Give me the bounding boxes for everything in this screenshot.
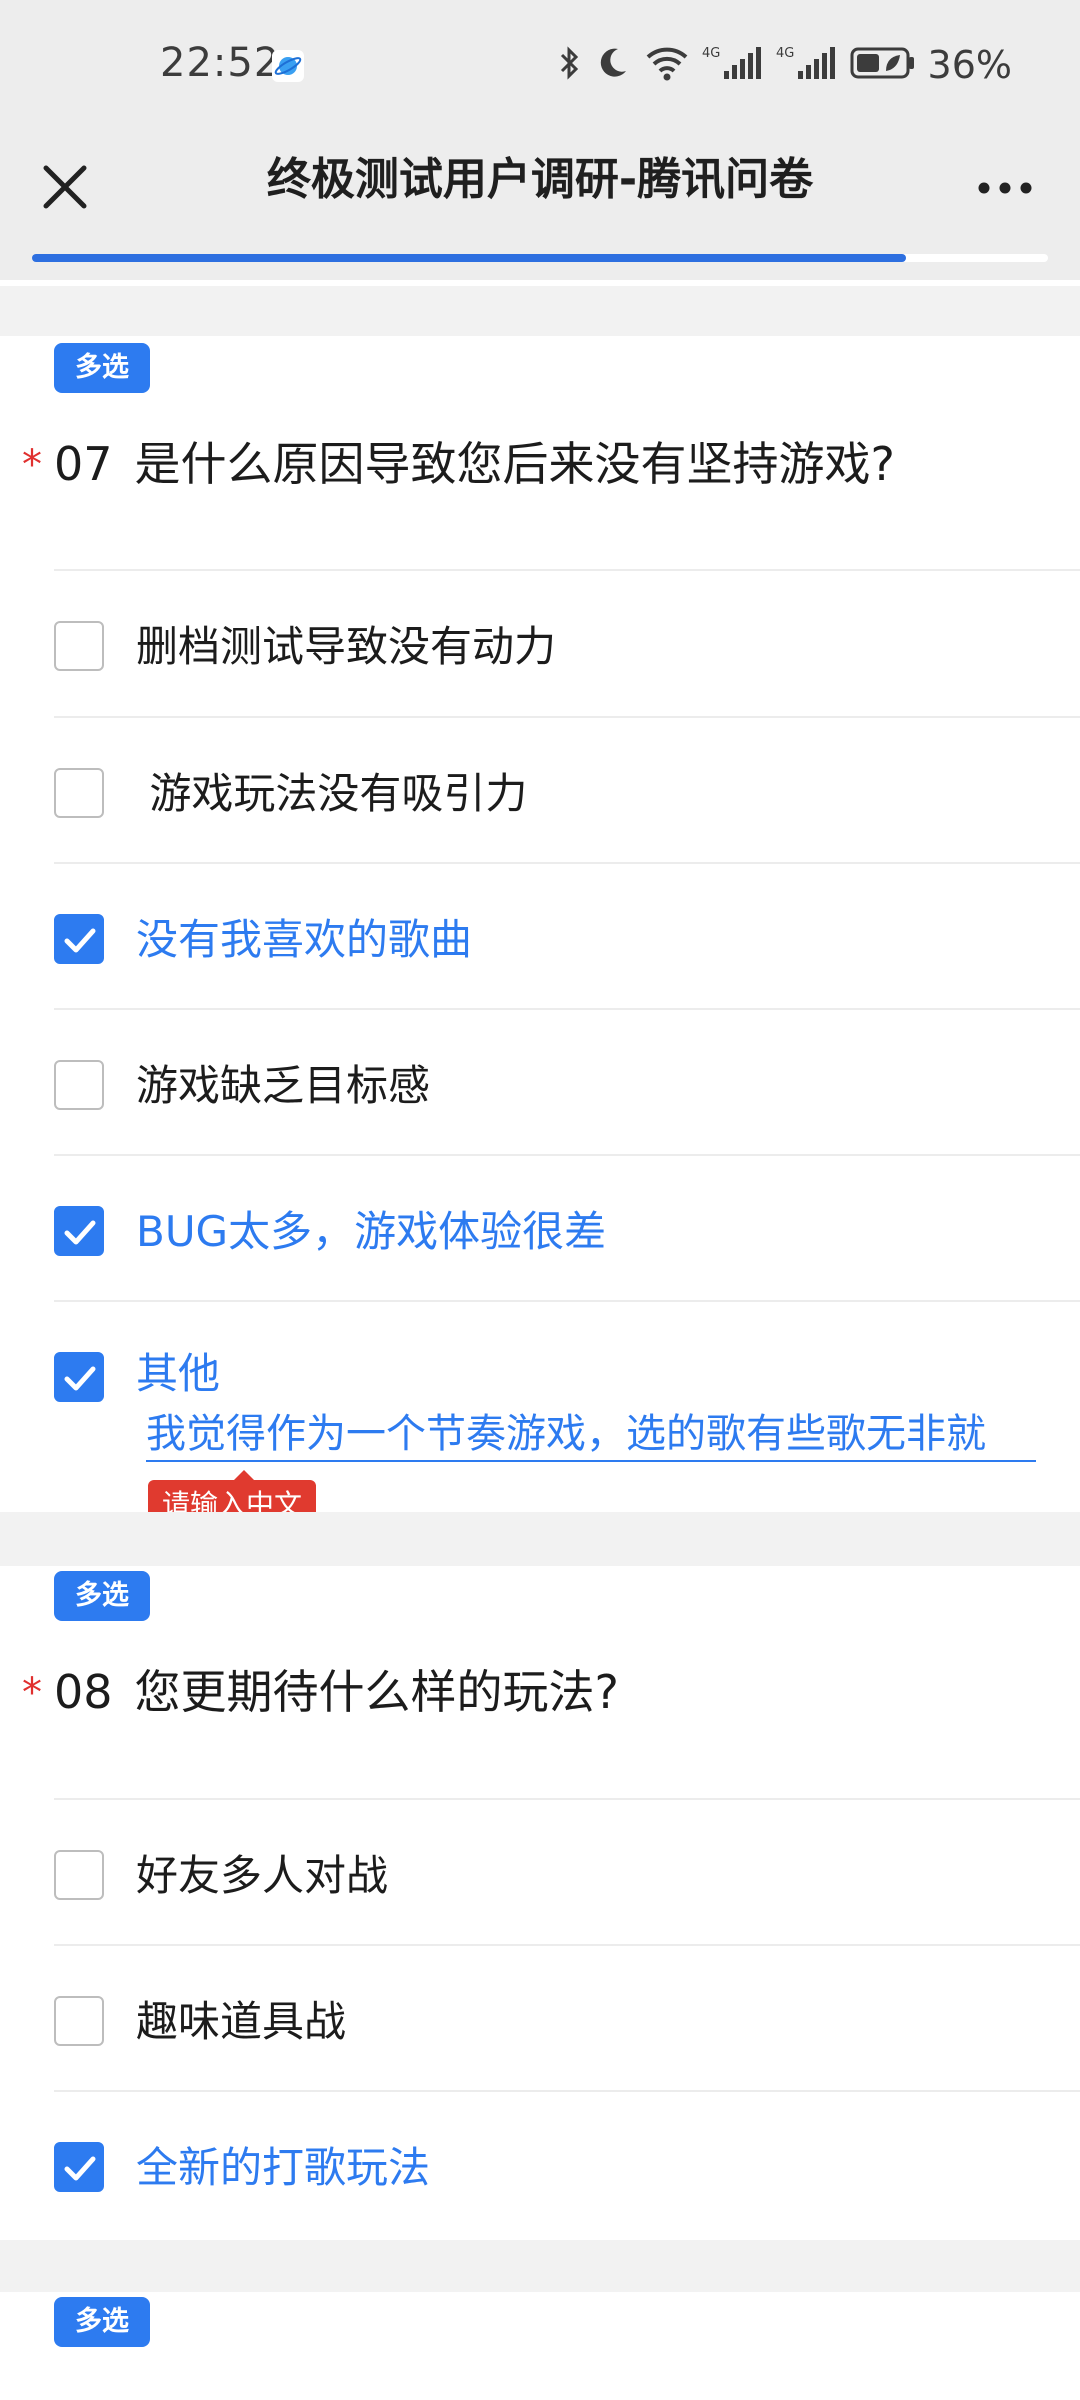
battery-icon	[850, 43, 916, 87]
option-label: 游戏缺乏目标感	[136, 1061, 431, 1110]
moon-icon	[596, 43, 632, 87]
option-label: 没有我喜欢的歌曲	[136, 915, 473, 964]
option-row[interactable]: 没有我喜欢的歌曲	[54, 862, 1080, 1009]
progress-bar	[32, 254, 1048, 262]
page-title: 终极测试用户调研-腾讯问卷	[266, 154, 814, 205]
checkbox[interactable]	[54, 1996, 104, 2046]
more-button[interactable]	[970, 152, 1040, 222]
signal-icon: 4G	[776, 43, 838, 87]
multi-select-tag: 多选	[54, 2297, 150, 2347]
multi-select-tag: 多选	[54, 343, 150, 393]
title-bar: 终极测试用户调研-腾讯问卷	[0, 132, 1080, 242]
checkmark-icon	[64, 1366, 96, 1391]
required-mark: *	[22, 1670, 42, 1716]
browser-app-icon	[272, 50, 304, 82]
checkbox[interactable]	[54, 768, 104, 818]
checkbox[interactable]	[54, 621, 104, 671]
section-gap	[0, 2240, 1080, 2292]
question-title: 08 您更期待什么样的玩法?	[54, 1662, 619, 1722]
battery-percent: 36%	[927, 43, 1012, 87]
option-label: 删档测试导致没有动力	[136, 622, 557, 671]
status-bar: 22:52 4G 4G 36%	[0, 0, 1080, 132]
multi-select-tag: 多选	[54, 1571, 150, 1621]
checkbox-checked[interactable]	[54, 1352, 104, 1402]
progress-area	[0, 242, 1080, 280]
option-row[interactable]: 好友多人对战	[54, 1798, 1080, 1945]
checkbox[interactable]	[54, 1060, 104, 1110]
question-number: 08	[54, 1665, 113, 1719]
svg-text:4G: 4G	[702, 46, 720, 61]
option-label: BUG太多，游戏体验很差	[136, 1207, 607, 1256]
option-row[interactable]: 全新的打歌玩法	[54, 2090, 1080, 2237]
progress-fill	[32, 254, 906, 262]
option-label: 全新的打歌玩法	[136, 2143, 431, 2192]
section-gap	[0, 286, 1080, 336]
option-row[interactable]: 趣味道具战	[54, 1944, 1080, 2091]
required-mark: *	[22, 442, 42, 488]
checkmark-icon	[64, 928, 96, 953]
signal-icon: 4G	[702, 43, 764, 87]
checkbox-checked[interactable]	[54, 1206, 104, 1256]
option-row[interactable]: 游戏玩法没有吸引力	[54, 716, 1080, 863]
option-label: 趣味道具战	[136, 1997, 347, 2046]
option-row[interactable]: 游戏缺乏目标感	[54, 1008, 1080, 1155]
checkbox[interactable]	[54, 1850, 104, 1900]
survey-page: 22:52 4G 4G 36% 终极测试用户调研-腾讯问卷 多选 * 07 是什…	[0, 0, 1080, 2400]
checkbox-checked[interactable]	[54, 914, 104, 964]
checkbox-checked[interactable]	[54, 2142, 104, 2192]
question-text: 您更期待什么样的玩法?	[134, 1665, 619, 1719]
bluetooth-icon	[556, 43, 584, 87]
option-row[interactable]: 删档测试导致没有动力	[54, 569, 1080, 716]
option-label: 游戏玩法没有吸引力	[136, 769, 528, 818]
status-time: 22:52	[160, 40, 281, 86]
status-icons: 4G 4G 36%	[556, 40, 1012, 90]
more-icon	[978, 182, 1032, 194]
question-text: 是什么原因导致您后来没有坚持游戏?	[134, 437, 895, 491]
option-row[interactable]: BUG太多，游戏体验很差	[54, 1154, 1080, 1301]
question-title: 07 是什么原因导致您后来没有坚持游戏?	[54, 434, 895, 494]
section-gap	[0, 1512, 1080, 1566]
checkmark-icon	[64, 2156, 96, 2181]
question-number: 07	[54, 437, 113, 491]
question-card-09	[0, 2292, 1080, 2400]
other-text-input[interactable]	[146, 1400, 1036, 1462]
option-label: 其他	[136, 1349, 221, 1398]
svg-text:4G: 4G	[776, 46, 794, 61]
checkmark-icon	[64, 1220, 96, 1245]
option-label: 好友多人对战	[136, 1851, 389, 1900]
wifi-icon	[644, 43, 690, 87]
